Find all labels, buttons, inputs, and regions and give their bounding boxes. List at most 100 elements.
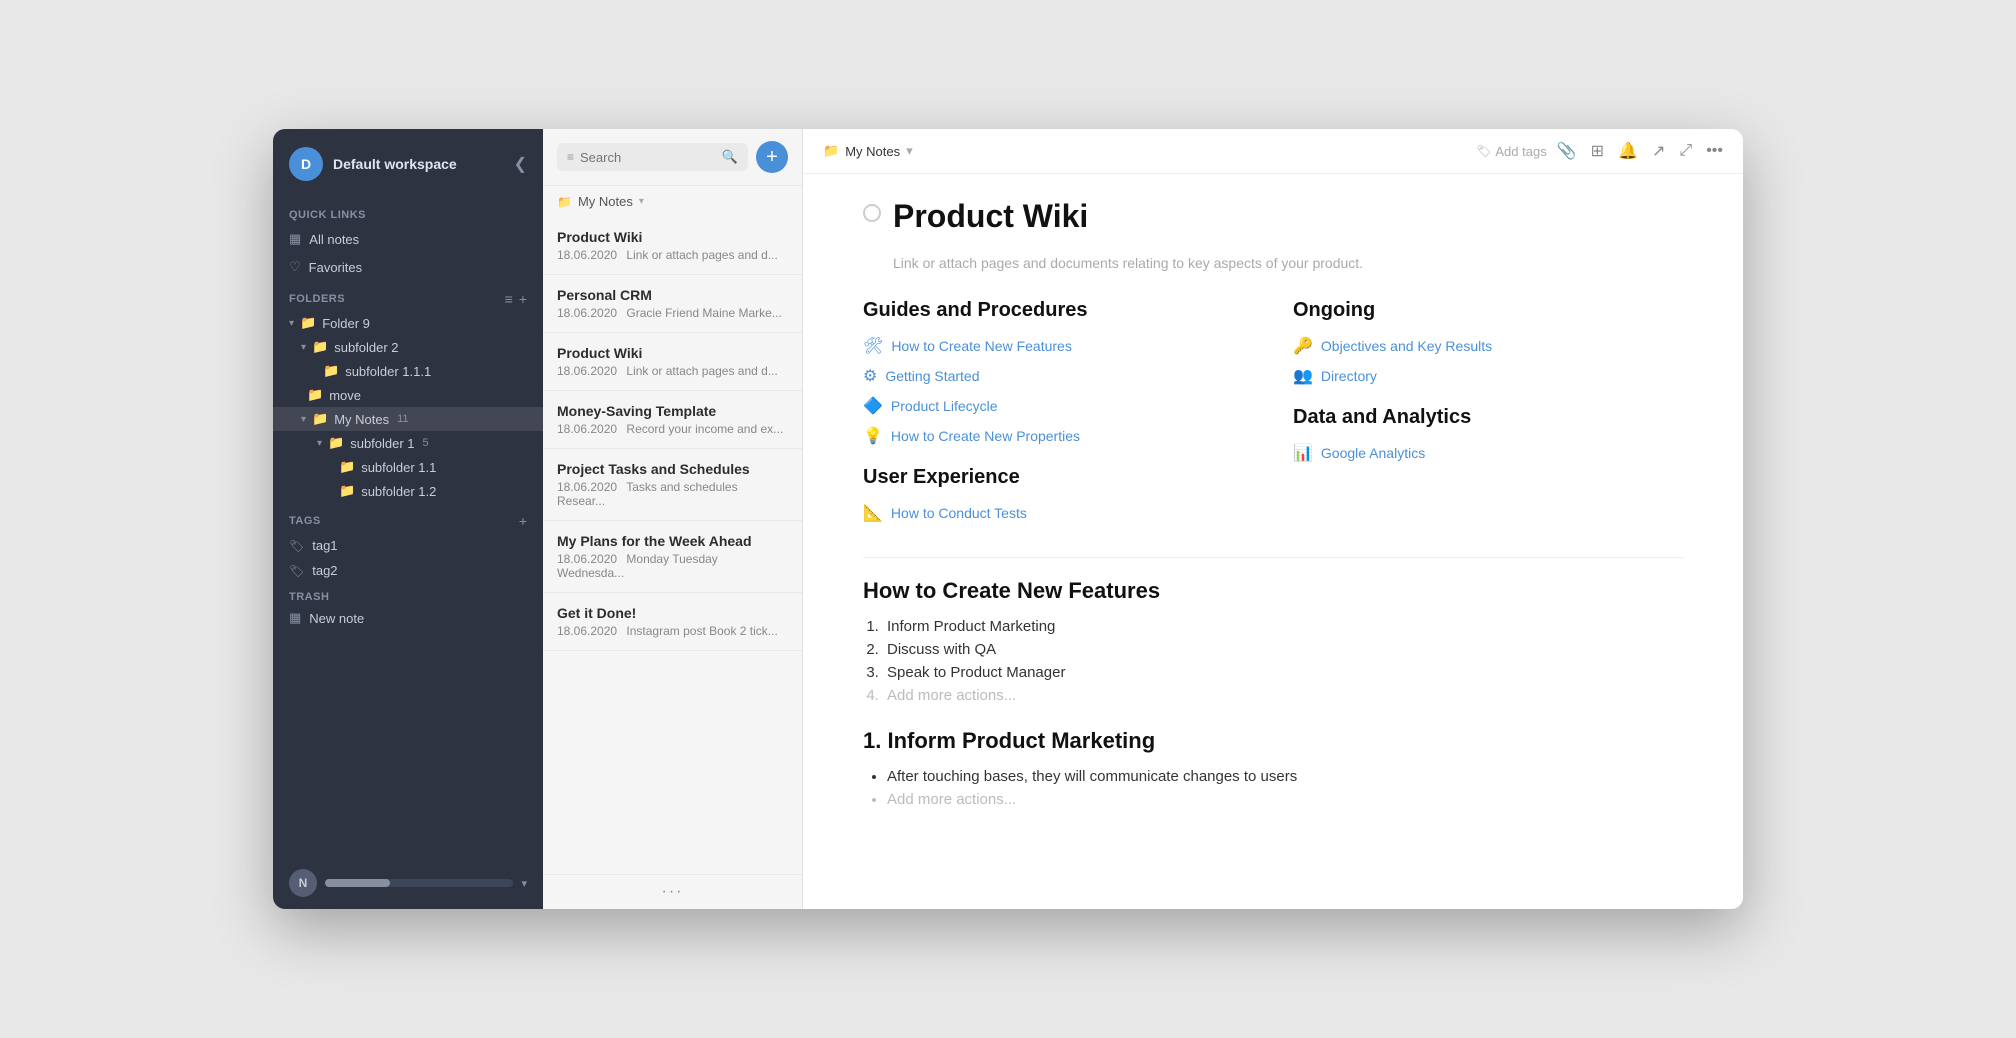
analytics-emoji: 📊 [1293, 443, 1313, 463]
note-meta: 18.06.2020 Record your income and ex... [557, 422, 788, 436]
note-preview: Instagram post Book 2 tick... [626, 624, 777, 638]
mynotes-badge: 11 [397, 413, 408, 425]
tree-item-folder9[interactable]: ▾ 📁 Folder 9 [273, 311, 543, 335]
ux-heading: User Experience [863, 466, 1253, 489]
folder-icon: 📁 [328, 435, 344, 451]
search-filter-icon[interactable]: ≡ [567, 150, 574, 164]
note-heading-area: Product Wiki [863, 198, 1683, 235]
quick-links-label: Quick Links [273, 199, 543, 225]
breadcrumb-chevron[interactable]: ▾ [906, 143, 913, 159]
note-item[interactable]: Money-Saving Template 18.06.2020 Record … [543, 391, 802, 449]
folder-breadcrumb: 📁 My Notes ▾ [543, 186, 802, 217]
folders-label: Folders [289, 293, 505, 305]
grid-icon[interactable]: ⊞ [1591, 141, 1604, 161]
add-tags-label[interactable]: Add tags [1495, 144, 1546, 159]
folder-icon: 📁 [339, 483, 355, 499]
search-icon[interactable]: 🔍 [722, 149, 738, 165]
chevron-icon: ▾ [317, 438, 322, 449]
footer-avatar: N [289, 869, 317, 897]
tag-item-tag1[interactable]: 🏷 tag1 [273, 533, 543, 558]
list-item[interactable]: Add more actions... [883, 687, 1683, 704]
list-item: Speak to Product Manager [883, 664, 1683, 681]
note-title: My Plans for the Week Ahead [557, 533, 788, 549]
sidebar-item-favorites[interactable]: ♡ Favorites [273, 253, 543, 281]
link-item-okr[interactable]: 🔑 Objectives and Key Results [1293, 336, 1683, 356]
search-input[interactable] [580, 150, 716, 165]
subfolder1-label: subfolder 1 [350, 436, 414, 451]
note-preview: Record your income and ex... [626, 422, 783, 436]
expand-icon[interactable]: ⤢ [1679, 142, 1692, 160]
attach-icon[interactable]: 📎 [1557, 141, 1577, 161]
tree-item-subfolder111[interactable]: 📁 subfolder 1.1.1 [273, 359, 543, 383]
note-item[interactable]: Personal CRM 18.06.2020 Gracie Friend Ma… [543, 275, 802, 333]
directory-link-label: Directory [1321, 368, 1377, 384]
note-title: Product Wiki [557, 345, 788, 361]
folder-breadcrumb-chevron[interactable]: ▾ [639, 196, 644, 207]
tag1-label: tag1 [312, 538, 337, 553]
folder-icon: 📁 [339, 459, 355, 475]
bullet-item: After touching bases, they will communic… [887, 768, 1683, 785]
note-date: 18.06.2020 [557, 480, 617, 494]
sidebar-footer: N ▾ [273, 857, 543, 909]
note-preview: Link or attach pages and d... [626, 364, 777, 378]
new-note-item[interactable]: ▦ New note [273, 605, 543, 631]
storage-bar [325, 879, 513, 887]
note-main-title: Product Wiki [893, 198, 1088, 235]
folders-header: Folders ≡ + [273, 281, 543, 311]
tag-item-tag2[interactable]: 🏷 tag2 [273, 558, 543, 583]
note-date: 18.06.2020 [557, 624, 617, 638]
search-box: ≡ 🔍 [557, 143, 748, 171]
bell-icon[interactable]: 🔔 [1618, 141, 1638, 161]
bullet-item[interactable]: Add more actions... [887, 791, 1683, 808]
features-heading: How to Create New Features [863, 578, 1683, 604]
footer-dropdown-icon[interactable]: ▾ [521, 877, 527, 890]
folder-breadcrumb-name: My Notes [578, 194, 633, 209]
sidebar: D Default workspace ❮ Quick Links ▦ All … [273, 129, 543, 909]
note-item[interactable]: Get it Done! 18.06.2020 Instagram post B… [543, 593, 802, 651]
tree-item-subfolder1[interactable]: ▾ 📁 subfolder 1 5 [273, 431, 543, 455]
tree-item-subfolder11[interactable]: 📁 subfolder 1.1 [273, 455, 543, 479]
folder9-label: Folder 9 [322, 316, 370, 331]
notes-more-button[interactable]: ··· [662, 883, 684, 901]
lifecycle-link-label: Product Lifecycle [891, 398, 998, 414]
subfolder11-label: subfolder 1.1 [361, 460, 436, 475]
tree-item-move[interactable]: 📁 move [273, 383, 543, 407]
link-item-directory[interactable]: 👥 Directory [1293, 366, 1683, 386]
add-note-button[interactable]: + [756, 141, 788, 173]
link-item-new-properties[interactable]: 💡 How to Create New Properties [863, 426, 1253, 446]
note-item[interactable]: My Plans for the Week Ahead 18.06.2020 M… [543, 521, 802, 593]
directory-emoji: 👥 [1293, 366, 1313, 386]
note-meta: 18.06.2020 Instagram post Book 2 tick... [557, 624, 788, 638]
tree-item-subfolder12[interactable]: 📁 subfolder 1.2 [273, 479, 543, 503]
collapse-button[interactable]: ❮ [514, 154, 527, 174]
subfolder2-label: subfolder 2 [334, 340, 398, 355]
tree-item-mynotes[interactable]: ▾ 📁 My Notes 11 [273, 407, 543, 431]
sidebar-item-all-notes[interactable]: ▦ All notes [273, 225, 543, 253]
tags-add-button[interactable]: + [519, 513, 527, 529]
folders-sort-button[interactable]: ≡ [505, 291, 513, 307]
link-item-getting-started[interactable]: ⚙ Getting Started [863, 366, 1253, 386]
folders-add-button[interactable]: + [519, 291, 527, 307]
inform-heading: 1. Inform Product Marketing [863, 728, 1683, 754]
favorites-icon: ♡ [289, 259, 301, 275]
workspace-name: Default workspace [333, 156, 504, 172]
note-meta: 18.06.2020 Tasks and schedules Resear... [557, 480, 788, 508]
tests-emoji: 📐 [863, 503, 883, 523]
note-item[interactable]: Product Wiki 18.06.2020 Link or attach p… [543, 217, 802, 275]
note-status-circle[interactable] [863, 204, 881, 222]
link-item-google-analytics[interactable]: 📊 Google Analytics [1293, 443, 1683, 463]
link-item-product-lifecycle[interactable]: 🔷 Product Lifecycle [863, 396, 1253, 416]
tag-area: 🏷 Add tags [1476, 144, 1547, 159]
note-item[interactable]: Project Tasks and Schedules 18.06.2020 T… [543, 449, 802, 521]
share-icon[interactable]: ↗ [1652, 141, 1665, 161]
note-date: 18.06.2020 [557, 306, 617, 320]
link-item-features[interactable]: 🛠 How to Create New Features [863, 336, 1253, 356]
tree-item-subfolder2[interactable]: ▾ 📁 subfolder 2 [273, 335, 543, 359]
link-item-conduct-tests[interactable]: 📐 How to Conduct Tests [863, 503, 1253, 523]
main-breadcrumb: 📁 My Notes ▾ [823, 143, 1466, 159]
note-date: 18.06.2020 [557, 364, 617, 378]
tag-icon: 🏷 [289, 564, 304, 578]
more-icon[interactable]: ••• [1706, 142, 1723, 160]
properties-link-label: How to Create New Properties [891, 428, 1080, 444]
note-item[interactable]: Product Wiki 18.06.2020 Link or attach p… [543, 333, 802, 391]
